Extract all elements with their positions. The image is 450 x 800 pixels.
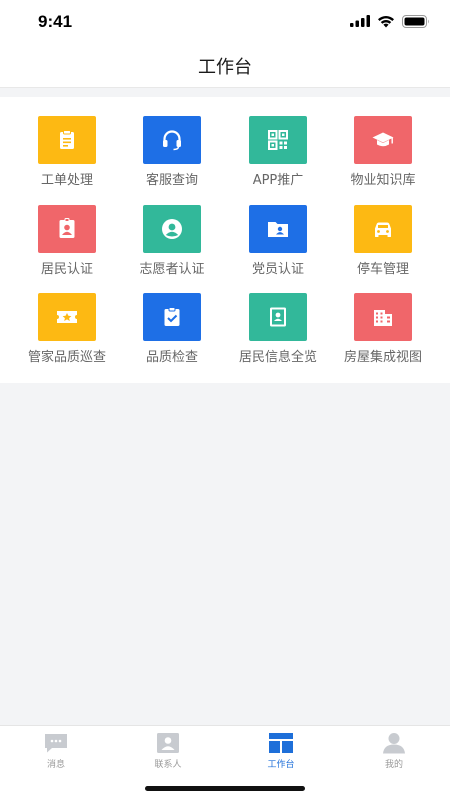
status-icons (350, 14, 430, 28)
tab-workbench[interactable]: 工作台 (225, 732, 337, 772)
headset-icon (163, 130, 181, 151)
qr-code-icon (268, 130, 288, 150)
tab-contacts[interactable]: 联系人 (112, 732, 224, 772)
grid-item-label: 居民认证 (40, 262, 93, 277)
grid-item-housing-view[interactable]: 房屋集成视图 (327, 293, 439, 373)
tile-app-promotion (249, 116, 307, 164)
user-folder-icon (268, 222, 288, 237)
battery-icon (402, 14, 429, 28)
tab-profile[interactable]: 我的 (338, 732, 450, 772)
grid-item-resident-overview[interactable]: 居民信息全览 (222, 293, 334, 373)
tile-housing-view (354, 293, 412, 341)
tile-volunteer-verification (143, 205, 201, 253)
contacts-icon (157, 733, 179, 753)
page-title: 工作台 (198, 56, 252, 78)
grid-item-app-promotion[interactable]: APP推广 (222, 116, 334, 196)
tile-work-order (38, 116, 96, 164)
graduation-cap-icon (372, 132, 394, 147)
grid-item-label: APP推广 (252, 173, 304, 188)
tile-parking-management (354, 205, 412, 253)
tile-party-member-verification (249, 205, 307, 253)
tile-customer-service (143, 116, 201, 164)
message-icon (45, 734, 67, 753)
grid-item-volunteer-verification[interactable]: 志愿者认证 (116, 205, 228, 285)
grid-item-party-member-verification[interactable]: 党员认证 (222, 205, 334, 285)
clipboard-check-icon (164, 307, 180, 326)
grid-item-label: 管家品质巡查 (27, 350, 106, 365)
contact-card-icon (270, 307, 286, 327)
tab-label: 消息 (46, 760, 65, 770)
tile-resident-verification (38, 205, 96, 253)
building-icon (374, 310, 392, 326)
grid-item-work-order[interactable]: 工单处理 (11, 116, 123, 196)
grid-item-label: 工单处理 (40, 173, 93, 188)
tab-label: 我的 (384, 760, 403, 770)
workbench-icon (269, 733, 293, 753)
grid-item-quality-check[interactable]: 品质检查 (116, 293, 228, 373)
workbench-grid: 工单处理 客服查询 APP推广 物业知识库 居民认证 志愿者认证 党员认证 停车… (0, 97, 450, 383)
tab-label: 工作台 (267, 760, 295, 770)
grid-item-label: 志愿者认证 (139, 262, 205, 277)
grid-item-label: 物业知识库 (350, 173, 416, 188)
id-badge-icon (59, 218, 75, 238)
grid-item-housekeeper-inspection[interactable]: 管家品质巡查 (11, 293, 123, 373)
grid-item-label: 党员认证 (251, 262, 304, 277)
grid-item-label: 品质检查 (145, 350, 198, 365)
grid-item-label: 房屋集成视图 (343, 350, 422, 365)
nav-bar: 工作台 (0, 44, 450, 88)
tile-resident-overview (249, 293, 307, 341)
grid-item-parking-management[interactable]: 停车管理 (327, 205, 439, 285)
tab-label: 联系人 (154, 760, 182, 770)
tile-housekeeper-inspection (38, 293, 96, 341)
signal-icon (350, 15, 370, 27)
profile-icon (383, 733, 405, 754)
wifi-icon (378, 15, 394, 27)
grid-item-knowledge-base[interactable]: 物业知识库 (327, 116, 439, 196)
home-indicator (145, 786, 305, 791)
clipboard-icon (60, 130, 74, 149)
grid-item-label: 停车管理 (356, 262, 409, 277)
status-bar: 9:41 (0, 0, 450, 44)
user-circle-icon (162, 219, 182, 239)
grid-item-customer-service[interactable]: 客服查询 (116, 116, 228, 196)
car-icon (375, 222, 391, 237)
status-time: 9:41 (38, 12, 73, 31)
star-ticket-icon (57, 311, 77, 323)
tile-quality-check (143, 293, 201, 341)
grid-item-label: 居民信息全览 (238, 350, 317, 365)
tile-knowledge-base (354, 116, 412, 164)
tab-messages[interactable]: 消息 (0, 732, 112, 772)
grid-item-label: 客服查询 (145, 173, 198, 188)
grid-item-resident-verification[interactable]: 居民认证 (11, 205, 123, 285)
